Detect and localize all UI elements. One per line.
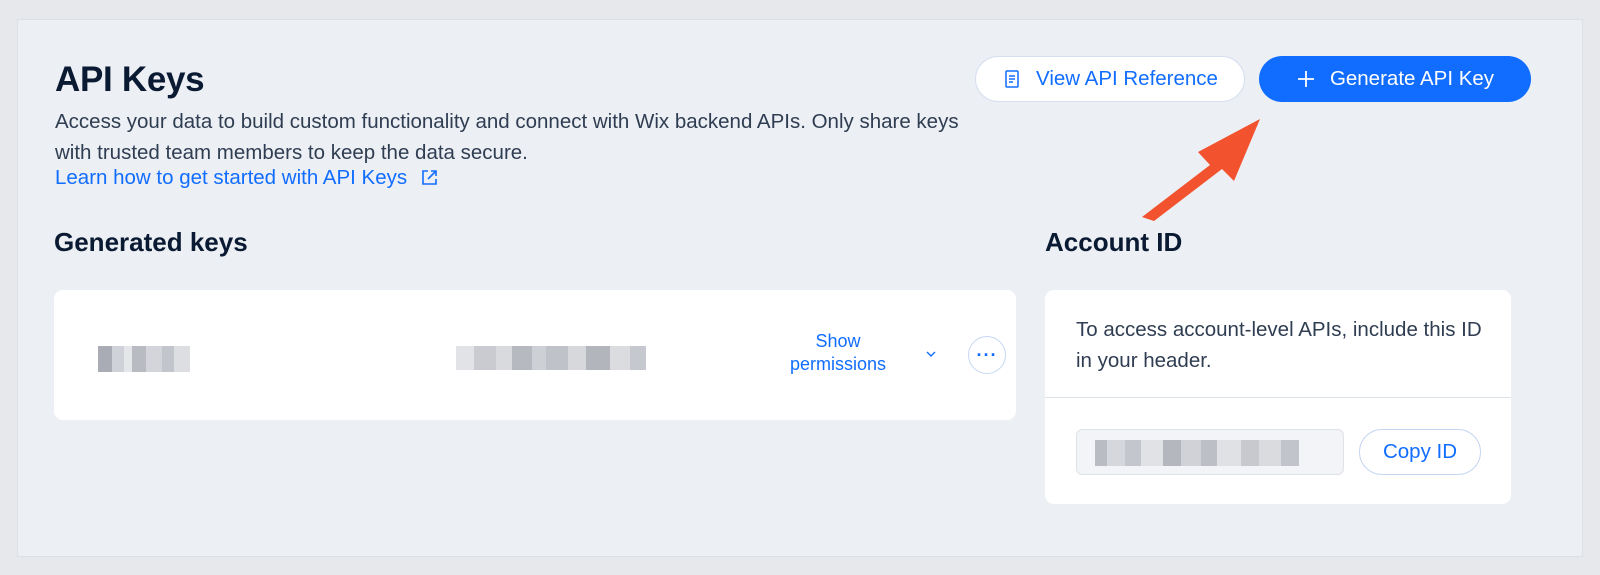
plus-icon: [1297, 71, 1314, 87]
generate-api-key-button[interactable]: Generate API Key: [1259, 56, 1531, 102]
page-description: Access your data to build custom functio…: [55, 110, 959, 164]
arrow-annotation: [1142, 119, 1260, 221]
view-api-reference-button[interactable]: View API Reference: [975, 56, 1245, 102]
more-actions-button[interactable]: ···: [968, 336, 1006, 374]
learn-link-label: Learn how to get started with API Keys: [55, 166, 408, 189]
account-id-field[interactable]: [1076, 429, 1344, 475]
key-name-redacted: [98, 346, 190, 372]
learn-api-keys-link[interactable]: Learn how to get started with API Keys: [55, 166, 439, 190]
account-id-redacted: [1095, 440, 1319, 466]
page-container: API Keys Access your data to build custo…: [18, 20, 1582, 556]
copy-id-button[interactable]: Copy ID: [1359, 429, 1481, 475]
generate-api-key-label: Generate API Key: [1329, 67, 1495, 90]
generated-key-row: Show permissions ···: [54, 290, 1016, 420]
account-id-title: Account ID: [1045, 227, 1183, 257]
document-icon: [1005, 70, 1019, 88]
view-api-reference-label: View API Reference: [1036, 67, 1218, 90]
divider: [1045, 397, 1511, 398]
account-id-description: To access account-level APIs, include th…: [1076, 318, 1482, 372]
more-icon: ···: [976, 344, 998, 365]
chevron-down-icon[interactable]: [924, 347, 938, 361]
show-permissions-link[interactable]: Show permissions: [778, 330, 898, 376]
page-title: API Keys: [55, 60, 205, 99]
key-value-redacted: [456, 346, 656, 370]
external-link-icon: [422, 170, 437, 185]
account-id-card: To access account-level APIs, include th…: [1045, 290, 1511, 504]
generated-keys-title: Generated keys: [54, 227, 248, 257]
